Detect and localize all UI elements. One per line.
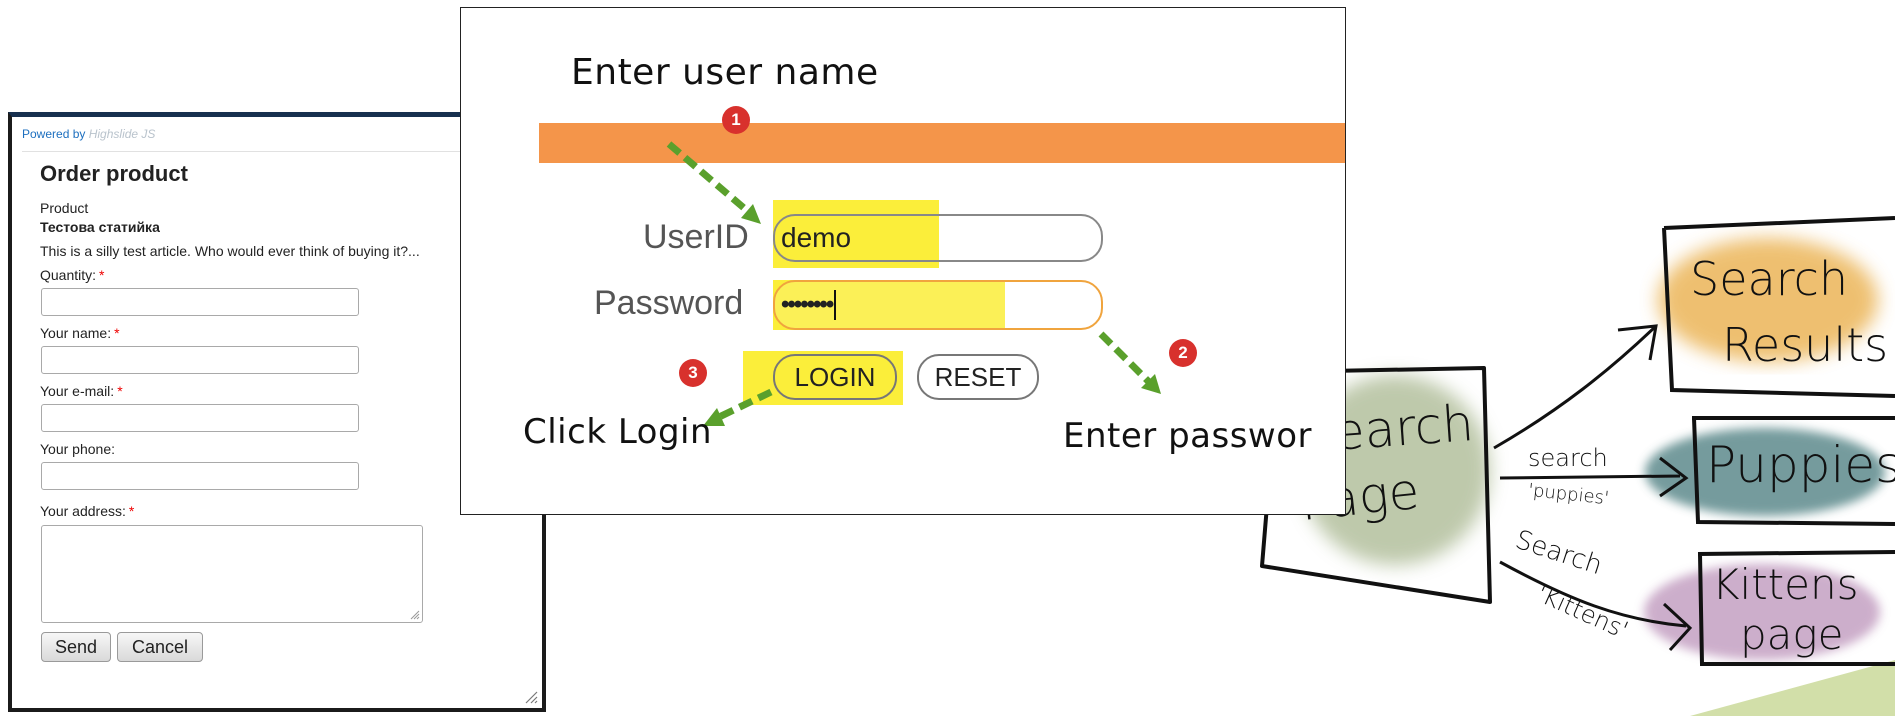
address-label-text: Your address: [40, 503, 126, 519]
product-description: This is a silly test article. Who would … [40, 243, 420, 259]
required-marker: * [117, 383, 123, 399]
name-input[interactable] [41, 346, 359, 374]
page-title: Order product [40, 161, 188, 186]
email-label: Your e-mail: * [40, 383, 123, 399]
phone-label-text: Your phone: [40, 441, 115, 457]
puppies-label: Puppies [1706, 436, 1895, 494]
link-results-arrow [1493, 324, 1658, 450]
kittens-label-2: page [1740, 610, 1844, 659]
cancel-button[interactable]: Cancel [117, 632, 203, 662]
quantity-input[interactable] [41, 288, 359, 316]
textarea-resize-icon[interactable] [410, 610, 420, 620]
arrow-step1 [666, 141, 754, 217]
send-button[interactable]: Send [41, 632, 111, 662]
required-marker: * [114, 325, 120, 341]
step2-caption: Enter passwor [1063, 416, 1312, 456]
quantity-label: Quantity: * [40, 267, 104, 283]
email-label-text: Your e-mail: [40, 383, 115, 399]
search-results-label-2: Results [1722, 318, 1889, 372]
quantity-label-text: Quantity: [40, 267, 97, 283]
required-marker: * [99, 267, 105, 283]
email-input[interactable] [41, 404, 359, 432]
phone-label: Your phone: [40, 441, 115, 457]
name-label-text: Your name: [40, 325, 112, 341]
product-name: Тестова статийка [40, 219, 160, 235]
link-puppies-label-1: search [1528, 444, 1608, 472]
address-label: Your address: * [40, 503, 134, 519]
required-marker: * [128, 503, 135, 519]
kittens-label-1: Kittens [1712, 560, 1859, 609]
powered-by-brand[interactable]: Highslide JS [89, 127, 156, 141]
window-resize-icon[interactable] [524, 690, 538, 704]
green-wash [1690, 660, 1895, 716]
phone-input[interactable] [41, 462, 359, 490]
product-label: Product [40, 200, 89, 216]
powered-by[interactable]: Powered by Highslide JS [22, 127, 155, 141]
arrow-step3 [715, 388, 773, 422]
powered-by-text: Powered by [22, 127, 86, 141]
address-textarea[interactable] [41, 525, 423, 623]
arrow-step2-head [1141, 374, 1161, 394]
name-label: Your name: * [40, 325, 120, 341]
login-tutorial-panel: Enter user name 1 UserID demo Password •… [460, 7, 1346, 515]
arrow-step2 [1098, 331, 1154, 387]
search-results-label-1: Search [1690, 252, 1849, 306]
step3-caption: Click Login [523, 412, 713, 452]
